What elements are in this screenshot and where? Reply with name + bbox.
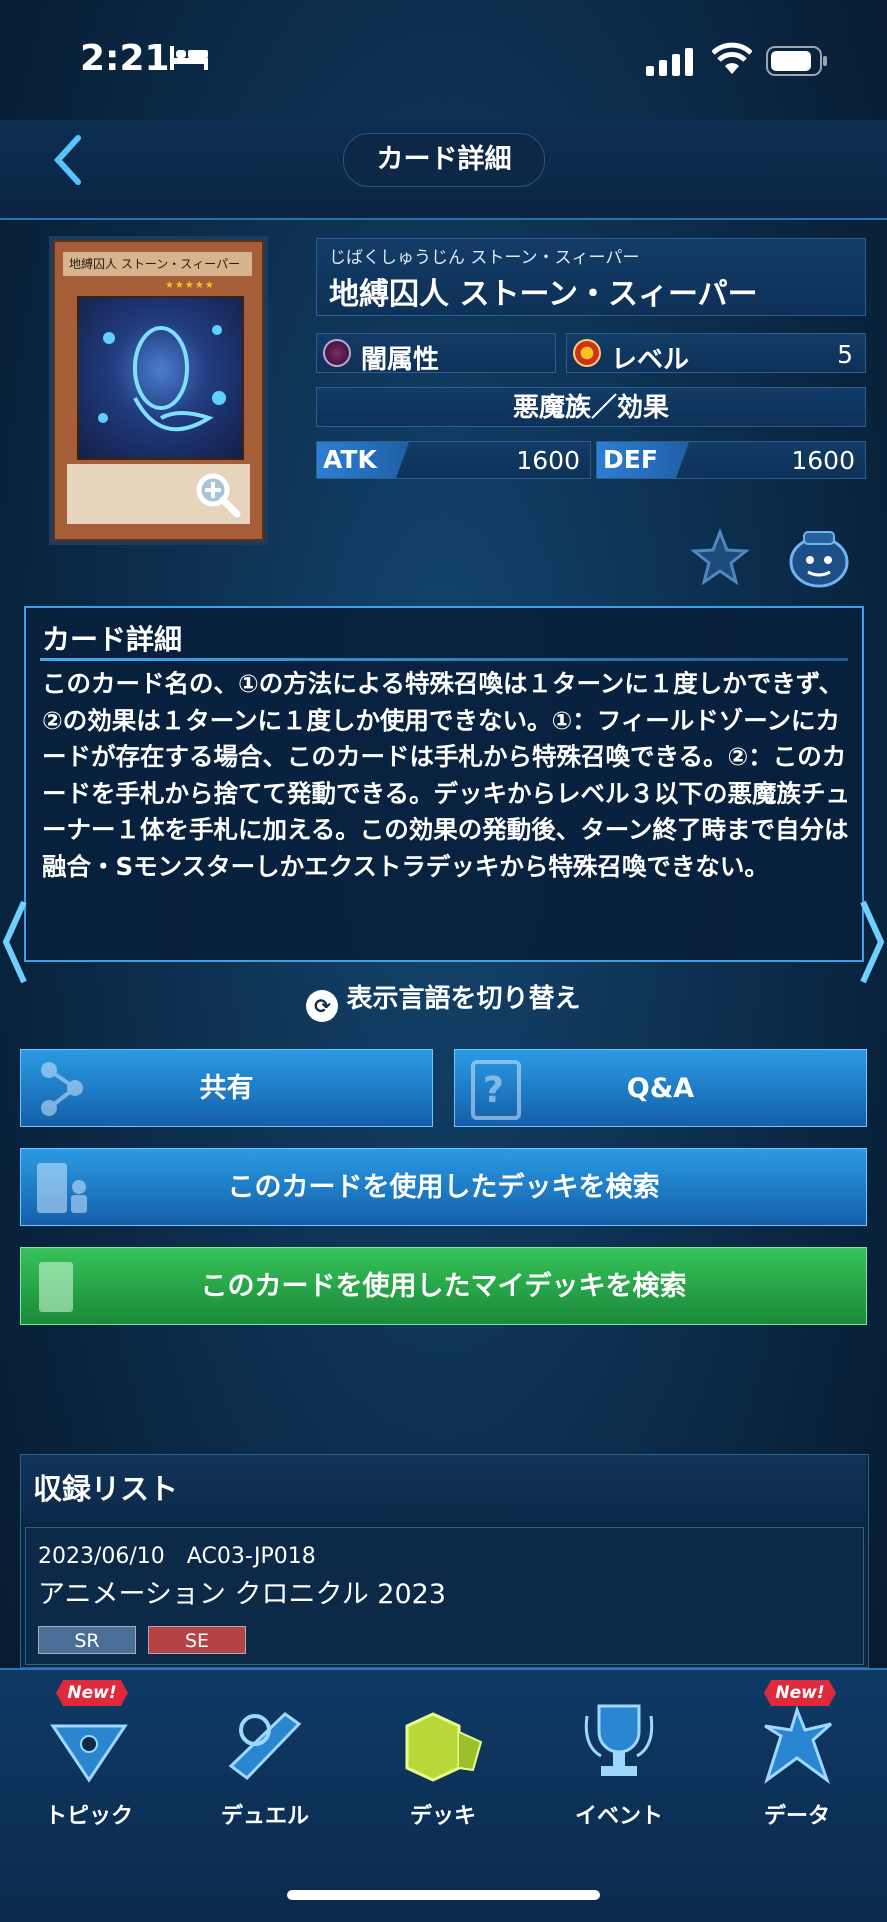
card-image-name: 地縛囚人 ストーン・スィーパー bbox=[63, 252, 252, 276]
nav-deck[interactable]: デッキ bbox=[368, 1680, 518, 1830]
search-my-decks-label: このカードを使用したマイデッキを検索 bbox=[200, 1271, 687, 1302]
nav-data-label: データ bbox=[763, 1804, 830, 1829]
release-product-name: アニメーション クロニクル 2023 bbox=[38, 1579, 446, 1610]
description-text: このカード名の、①の方法による特殊召喚は１ターンに１度しかできず、②の効果は１タ… bbox=[42, 669, 851, 881]
search-decks-button[interactable]: このカードを使用したデッキを検索 bbox=[20, 1148, 867, 1226]
qa-icon: ? bbox=[471, 1060, 521, 1120]
sleep-mode-icon bbox=[170, 46, 208, 70]
deck-search-icon bbox=[37, 1163, 87, 1213]
dragon-data-icon bbox=[764, 1705, 832, 1785]
nav-duel-label: デュエル bbox=[220, 1804, 309, 1829]
kc-pot-icon[interactable] bbox=[782, 526, 856, 590]
search-my-decks-button[interactable]: このカードを使用したマイデッキを検索 bbox=[20, 1247, 867, 1325]
favorite-star-icon[interactable] bbox=[690, 528, 750, 588]
def-value: 1600 bbox=[791, 446, 855, 475]
release-list-title: 収録リスト bbox=[21, 1455, 866, 1523]
qa-button[interactable]: ? Q&A bbox=[454, 1049, 867, 1127]
qa-button-label: Q&A bbox=[626, 1073, 695, 1104]
home-indicator[interactable] bbox=[287, 1890, 600, 1900]
share-icon bbox=[41, 1062, 83, 1116]
nav-duel[interactable]: デュエル bbox=[190, 1680, 340, 1830]
level-value: 5 bbox=[837, 340, 853, 369]
new-badge: New! bbox=[56, 1680, 128, 1706]
card-artwork bbox=[77, 296, 244, 460]
release-date-code: 2023/06/10 AC03-JP018 bbox=[38, 1544, 316, 1569]
attribute-panel: 闇属性 bbox=[316, 333, 556, 375]
next-card-arrow-icon[interactable] bbox=[857, 898, 887, 986]
svg-text:?: ? bbox=[483, 1070, 504, 1111]
card-level-stars: ★★★★★ bbox=[165, 280, 215, 291]
deck-icon bbox=[405, 1712, 483, 1782]
nav-event-label: イベント bbox=[574, 1804, 663, 1829]
nav-event[interactable]: イベント bbox=[544, 1680, 694, 1830]
search-decks-label: このカードを使用したデッキを検索 bbox=[227, 1172, 660, 1203]
def-panel: DEF 1600 bbox=[596, 441, 866, 479]
switch-language-icon: ⟳ bbox=[306, 990, 339, 1022]
card-name: 地縛囚人 ストーン・スィーパー bbox=[329, 277, 758, 312]
share-button[interactable]: 共有 bbox=[20, 1049, 433, 1127]
nav-deck-label: デッキ bbox=[409, 1804, 476, 1829]
previous-card-arrow-icon[interactable] bbox=[0, 898, 30, 986]
atk-panel: ATK 1600 bbox=[316, 441, 591, 479]
zoom-icon[interactable] bbox=[193, 470, 241, 518]
language-toggle-label: 表示言語を切り替え bbox=[346, 984, 581, 1014]
card-type: 悪魔族／効果 bbox=[316, 387, 866, 427]
topics-icon bbox=[50, 1724, 128, 1783]
page-title: カード詳細 bbox=[343, 133, 545, 187]
language-toggle[interactable]: ⟳ 表示言語を切り替え bbox=[0, 978, 887, 1022]
cellular-signal-icon bbox=[646, 48, 693, 76]
back-arrow-icon[interactable] bbox=[48, 132, 88, 188]
card-description-panel: カード詳細 このカード名の、①の方法による特殊召喚は１ターンに１度しかできず、②… bbox=[24, 606, 864, 962]
description-title: カード詳細 bbox=[42, 623, 183, 656]
rarity-badge-sr: SR bbox=[38, 1626, 136, 1654]
trophy-icon bbox=[584, 1704, 654, 1776]
share-button-label: 共有 bbox=[199, 1073, 254, 1104]
nav-topics[interactable]: New! トピック bbox=[14, 1680, 164, 1830]
description-divider bbox=[40, 658, 848, 661]
atk-label: ATK bbox=[317, 442, 409, 478]
status-bar: 2:21 bbox=[0, 0, 887, 120]
nav-topics-label: トピック bbox=[44, 1804, 133, 1829]
level-label: レベル bbox=[611, 345, 690, 375]
status-time: 2:21 bbox=[80, 38, 170, 79]
duel-disk-icon bbox=[228, 1712, 302, 1780]
bottom-navigation: New! トピック デュエル デッキ イベント New! データ bbox=[0, 1668, 887, 1922]
my-deck-icon bbox=[39, 1262, 73, 1312]
release-list-item[interactable]: 2023/06/10 AC03-JP018 アニメーション クロニクル 2023… bbox=[25, 1527, 864, 1665]
level-panel: レベル 5 bbox=[566, 333, 866, 375]
attribute-label: 闇属性 bbox=[361, 345, 440, 375]
rarity-badge-se: SE bbox=[148, 1626, 246, 1654]
nav-data[interactable]: New! データ bbox=[722, 1680, 872, 1830]
card-name-panel: じばくしゅうじん ストーン・スィーパー 地縛囚人 ストーン・スィーパー bbox=[316, 238, 866, 316]
level-star-icon bbox=[573, 339, 601, 367]
dark-attribute-icon bbox=[323, 339, 351, 367]
new-badge: New! bbox=[764, 1680, 836, 1706]
card-reading: じばくしゅうじん ストーン・スィーパー bbox=[329, 248, 640, 268]
battery-icon bbox=[766, 46, 827, 76]
card-image[interactable]: 地縛囚人 ストーン・スィーパー ★★★★★ bbox=[53, 240, 264, 541]
atk-value: 1600 bbox=[516, 446, 580, 475]
wifi-icon bbox=[712, 42, 752, 74]
release-list: 収録リスト 2023/06/10 AC03-JP018 アニメーション クロニク… bbox=[20, 1454, 869, 1668]
def-label: DEF bbox=[597, 442, 689, 478]
